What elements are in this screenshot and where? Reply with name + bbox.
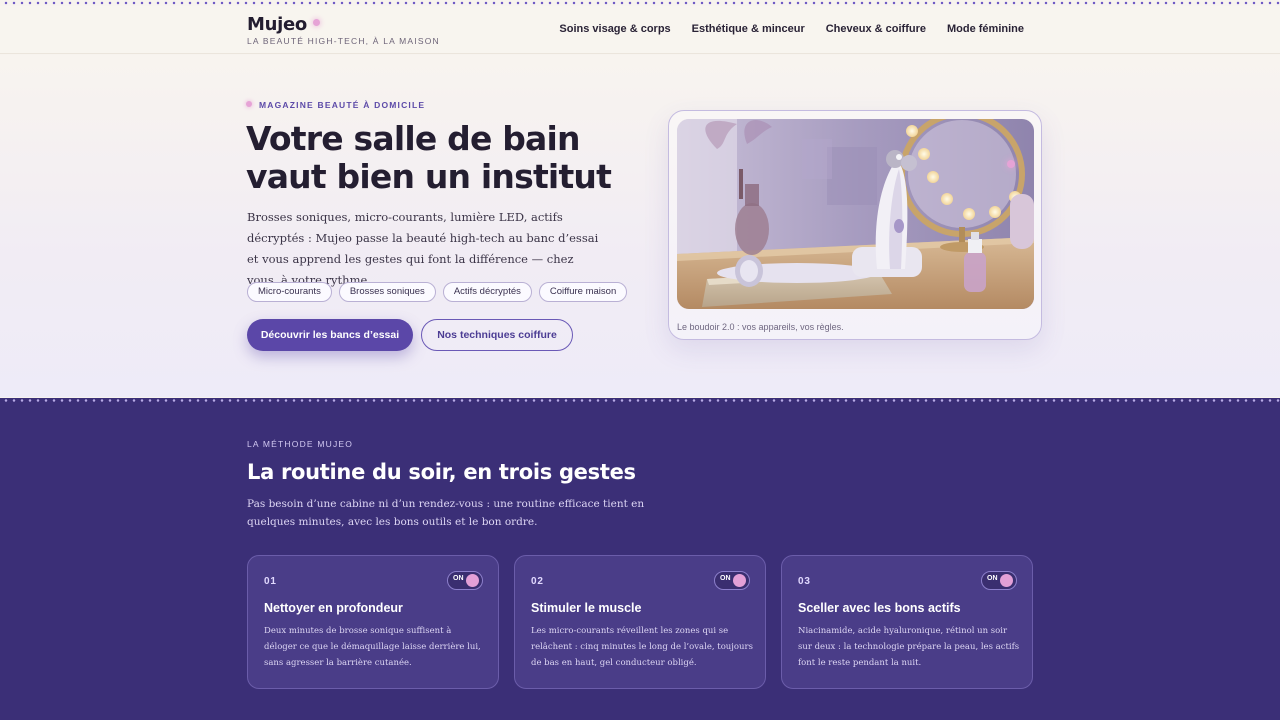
- method-lead: Pas besoin d’une cabine ni d’un rendez-v…: [247, 498, 645, 528]
- toggle-label: ON: [453, 575, 464, 582]
- discover-tests-button[interactable]: Découvrir les bancs d’essai: [247, 319, 413, 351]
- beauty-devices-illustration: [677, 119, 1034, 309]
- logo-dot: [313, 19, 320, 26]
- topic-chips: Micro-courants Brosses soniques Actifs d…: [247, 282, 628, 302]
- step-title: Sceller avec les bons actifs: [798, 601, 961, 615]
- chip-micro-courants[interactable]: Micro-courants: [247, 282, 332, 302]
- nav-item-esthetique-minceur[interactable]: Esthétique & minceur: [692, 23, 805, 35]
- step-toggle[interactable]: ON: [714, 571, 750, 590]
- step-number: 02: [531, 576, 544, 587]
- hero-lead: Brosses soniques, micro-courants, lumièr…: [247, 210, 599, 287]
- nav-item-mode-feminine[interactable]: Mode féminine: [947, 23, 1024, 35]
- hero-image-card: Le boudoir 2.0 : vos appareils, vos règl…: [668, 110, 1042, 340]
- decorative-dot-border-middle: [0, 398, 1280, 403]
- toggle-knob: [1000, 574, 1013, 587]
- step-title: Stimuler le muscle: [531, 601, 642, 615]
- hero-photo: [677, 119, 1034, 309]
- image-caption: Le boudoir 2.0 : vos appareils, vos règl…: [677, 322, 844, 332]
- method-title: La routine du soir, en trois gestes: [247, 460, 636, 484]
- toggle-knob: [466, 574, 479, 587]
- nav-item-soins-visage-corps[interactable]: Soins visage & corps: [559, 23, 670, 35]
- brand-tagline: LA BEAUTÉ HIGH-TECH, À LA MAISON: [247, 36, 440, 46]
- step-text: Deux minutes de brosse sonique suffisent…: [264, 626, 481, 668]
- step-text: Les micro-courants réveillent les zones …: [531, 626, 753, 668]
- toggle-label: ON: [987, 575, 998, 582]
- site-header: Mujeo LA BEAUTÉ HIGH-TECH, À LA MAISON S…: [0, 6, 1280, 54]
- step-toggle[interactable]: ON: [981, 571, 1017, 590]
- step-card: 01 ON Nettoyer en profondeur Deux minute…: [247, 555, 499, 689]
- card-glow-dot: [1007, 160, 1015, 168]
- method-section: LA MÉTHODE MUJEO La routine du soir, en …: [0, 398, 1280, 720]
- step-number: 03: [798, 576, 811, 587]
- brand-logo[interactable]: Mujeo: [247, 14, 307, 35]
- chip-actifs-decryptes[interactable]: Actifs décryptés: [442, 282, 532, 302]
- chip-coiffure-maison[interactable]: Coiffure maison: [538, 282, 628, 302]
- step-text: Niacinamide, acide hyaluronique, rétinol…: [798, 626, 1020, 668]
- chip-brosses-soniques[interactable]: Brosses soniques: [338, 282, 436, 302]
- method-kicker: LA MÉTHODE MUJEO: [247, 439, 354, 449]
- toggle-knob: [733, 574, 746, 587]
- hero-section: MAGAZINE BEAUTÉ À DOMICILE Votre salle d…: [0, 55, 1280, 397]
- main-nav: Soins visage & corps Esthétique & minceu…: [559, 23, 1024, 35]
- step-number: 01: [264, 576, 277, 587]
- step-card: 03 ON Sceller avec les bons actifs Niaci…: [781, 555, 1033, 689]
- nav-item-cheveux-coiffure[interactable]: Cheveux & coiffure: [826, 23, 926, 35]
- step-title: Nettoyer en profondeur: [264, 601, 403, 615]
- step-toggle[interactable]: ON: [447, 571, 483, 590]
- step-card: 02 ON Stimuler le muscle Les micro-coura…: [514, 555, 766, 689]
- hero-title: Votre salle de bain vaut bien un institu…: [246, 119, 612, 196]
- toggle-label: ON: [720, 575, 731, 582]
- hair-techniques-button[interactable]: Nos techniques coiffure: [421, 319, 573, 351]
- hero-kicker: MAGAZINE BEAUTÉ À DOMICILE: [259, 100, 426, 110]
